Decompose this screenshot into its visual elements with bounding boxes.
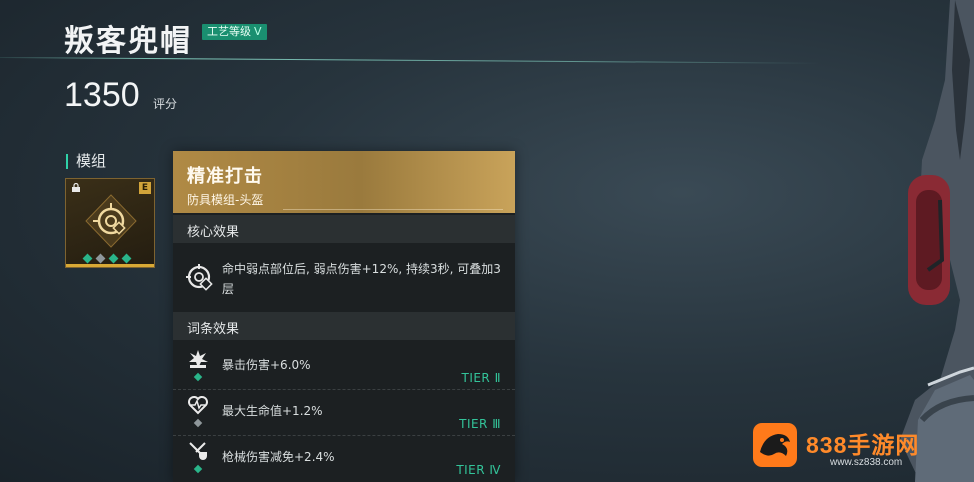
craft-level-badge: 工艺等级 V [202, 24, 267, 40]
watermark-url: www.sz838.com [830, 457, 903, 468]
item-title: 叛客兜帽 [64, 24, 192, 59]
rarity-bar [66, 264, 154, 267]
upgrade-dot [108, 253, 119, 264]
affix-text: 枪械伤害减免+2.4% [222, 450, 335, 464]
burst-icon [189, 350, 208, 368]
upgrade-dot [82, 253, 93, 264]
upgrade-dot [95, 253, 106, 264]
score-value: 1350 [64, 76, 140, 114]
affix-tier: TIER Ⅲ [459, 417, 501, 431]
affix-effect-heading-label: 词条效果 [187, 322, 240, 337]
affix-effect-heading: 词条效果 [173, 312, 515, 340]
affix-row: 枪械伤害减免+2.4% TIER Ⅳ [173, 436, 515, 481]
character-model [900, 0, 974, 482]
watermark-logo-icon [753, 423, 797, 467]
craft-level-value: V [254, 25, 262, 38]
header-rule [283, 209, 503, 210]
upgrade-dot [121, 253, 132, 264]
score-unit: 评分 [153, 97, 178, 111]
module-tooltip: 精准打击 防具模组-头盔 核心效果 命中弱点部位后, 弱点伤害+12%, 持续3… [173, 151, 515, 482]
module-name: 精准打击 [187, 166, 263, 187]
module-type: 防具模组-头盔 [187, 193, 264, 207]
module-section-label: 模组 [66, 154, 106, 169]
precision-strike-emblem-icon [85, 194, 137, 248]
core-effect-heading: 核心效果 [173, 215, 515, 243]
affix-text: 最大生命值+1.2% [222, 404, 323, 418]
affix-tier: TIER Ⅱ [461, 371, 501, 385]
tooltip-header: 精准打击 防具模组-头盔 [173, 151, 515, 213]
craft-level-label: 工艺等级 [207, 25, 251, 38]
target-icon [186, 264, 213, 291]
affix-level-dot [193, 464, 203, 474]
header-divider [0, 57, 820, 64]
affix-level-dot [193, 372, 203, 382]
affix-row: 最大生命值+1.2% TIER Ⅲ [173, 390, 515, 436]
heart-pulse-icon [188, 396, 208, 415]
lock-icon [72, 183, 80, 192]
affix-text: 暴击伤害+6.0% [222, 358, 311, 372]
affix-row: 暴击伤害+6.0% TIER Ⅱ [173, 344, 515, 390]
core-effect-text: 命中弱点部位后, 弱点伤害+12%, 持续3秒, 可叠加3层 [222, 262, 501, 296]
core-effect-heading-label: 核心效果 [187, 225, 240, 240]
module-slot-card[interactable]: E [65, 178, 155, 268]
affix-tier: TIER Ⅳ [456, 463, 501, 477]
rarity-rank-badge: E [139, 182, 151, 194]
watermark-brand: 838手游网 [806, 432, 920, 458]
upgrade-dots [82, 253, 132, 264]
shield-bullet-icon [189, 442, 207, 460]
affix-level-dot [193, 418, 203, 428]
